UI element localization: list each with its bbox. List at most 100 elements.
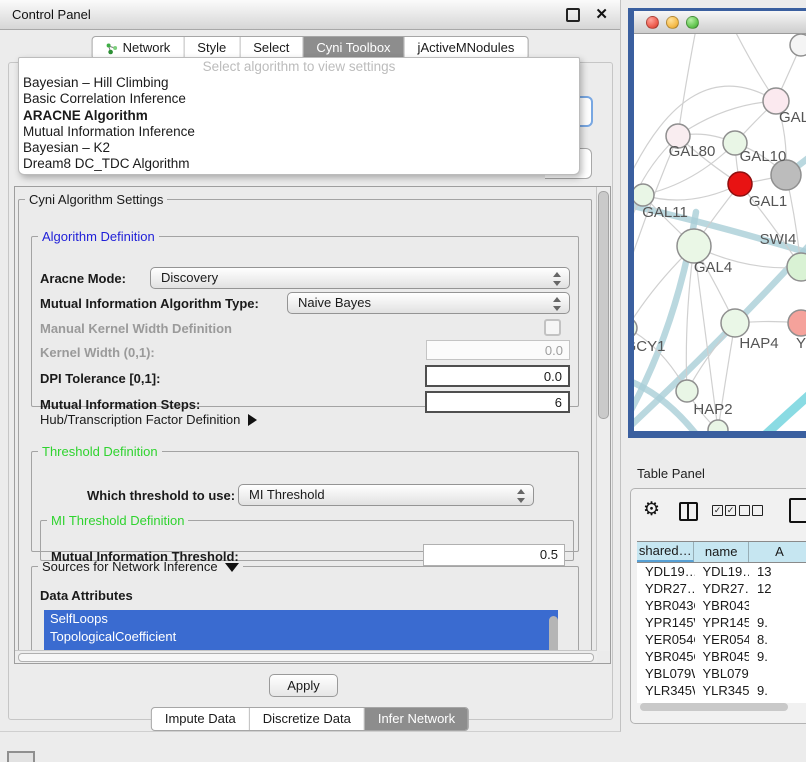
settings-vertical-scrollbar-thumb[interactable]	[598, 191, 609, 419]
algorithm-option[interactable]: Bayesian – Hill Climbing	[19, 75, 579, 91]
table-cell: YDR27…	[637, 580, 695, 597]
network-svg[interactable]: GALGAL80GAL10GAL1GAL11SWI4GAL4GCY1HAP4YH…	[634, 34, 806, 431]
up-down-arrows-icon	[553, 272, 561, 286]
tab-cyni-toolbox[interactable]: Cyni Toolbox	[302, 37, 403, 59]
network-node-label: GAL11	[642, 204, 688, 221]
control-panel-titlebar: Control Panel ✕	[0, 0, 620, 30]
tab-select[interactable]: Select	[239, 37, 302, 59]
network-frame-titlebar[interactable]	[634, 11, 806, 34]
table-cell: YER054C	[637, 631, 695, 648]
aracne-mode-select[interactable]: Discovery	[150, 267, 570, 289]
tab-discretize-data-label: Discretize Data	[263, 708, 351, 730]
dpi-tolerance-field[interactable]: 0.0	[425, 365, 570, 387]
network-node[interactable]	[721, 309, 749, 337]
float-icon[interactable]	[566, 8, 580, 22]
table-horizontal-scrollbar-thumb[interactable]	[640, 703, 788, 711]
file-icon[interactable]	[789, 498, 806, 523]
bottom-tab-bar: Impute Data Discretize Data Infer Networ…	[151, 707, 469, 731]
apply-button[interactable]: Apply	[269, 674, 338, 697]
table-row[interactable]: YBR043CYBR043C	[637, 597, 806, 614]
network-node-label: GAL1	[749, 193, 787, 210]
network-node[interactable]	[634, 184, 654, 206]
network-edge[interactable]	[678, 101, 776, 136]
table-cell: YLR345W	[695, 682, 750, 699]
close-traffic-icon[interactable]	[646, 16, 659, 29]
tab-style[interactable]: Style	[183, 37, 239, 59]
table-row[interactable]: YBR045CYBR045C9.	[637, 648, 806, 665]
table-cell: YPR145W	[637, 614, 695, 631]
network-node[interactable]	[677, 229, 711, 263]
close-icon[interactable]: ✕	[595, 7, 608, 22]
tab-discretize-data[interactable]: Discretize Data	[249, 708, 364, 730]
threshold-definition-group: Threshold Definition Which threshold to …	[31, 444, 579, 552]
kernel-width-field: 0.0	[426, 340, 570, 360]
threshold-definition-title: Threshold Definition	[38, 444, 162, 459]
list-item[interactable]: SelfLoops	[44, 610, 558, 628]
network-node-label: Y	[796, 335, 806, 352]
algorithm-option-selected[interactable]: ARACNE Algorithm	[19, 108, 579, 124]
checked-box-icon[interactable]: ✓	[725, 505, 736, 516]
mi-algorithm-type-select[interactable]: Naive Bayes	[287, 292, 570, 314]
hub-definition-expander[interactable]: Hub/Transcription Factor Definition	[40, 412, 257, 427]
split-view-icon[interactable]	[679, 502, 698, 521]
network-edge[interactable]	[678, 34, 696, 136]
table-cell: 9.	[749, 682, 806, 699]
table-row[interactable]: YDR27…YDR27…12	[637, 580, 806, 597]
settings-scroll-pane: Cyni Algorithm Settings Algorithm Defini…	[14, 186, 611, 664]
list-item[interactable]: TopologicalCoefficient	[44, 628, 558, 646]
mi-type-label: Mutual Information Algorithm Type:	[40, 296, 259, 311]
settings-horizontal-scrollbar-thumb[interactable]	[18, 653, 594, 662]
column-header-shared-name[interactable]: shared…	[637, 542, 694, 562]
unchecked-box-icon[interactable]	[739, 505, 750, 516]
tab-style-label: Style	[197, 37, 226, 59]
tab-impute-data[interactable]: Impute Data	[152, 708, 249, 730]
algorithm-option[interactable]: Dream8 DC_TDC Algorithm	[19, 156, 579, 172]
which-threshold-select[interactable]: MI Threshold	[238, 484, 534, 506]
table-cell: YBL079W	[695, 665, 750, 682]
mi-threshold-definition-title: MI Threshold Definition	[47, 513, 188, 528]
table-row[interactable]: YPR145WYPR145W9.	[637, 614, 806, 631]
tab-network[interactable]: Network	[93, 37, 184, 59]
unchecked-box-icon[interactable]	[752, 505, 763, 516]
table-cell: 12	[749, 580, 806, 597]
network-node[interactable]	[676, 380, 698, 402]
network-canvas[interactable]: GALGAL80GAL10GAL1GAL11SWI4GAL4GCY1HAP4YH…	[634, 34, 806, 431]
gear-icon[interactable]: ⚙	[643, 500, 660, 519]
sources-expander[interactable]: Sources for Network Inference	[38, 559, 243, 574]
tab-jactivemnodules-label: jActiveMNodules	[418, 37, 515, 59]
network-node[interactable]	[787, 253, 806, 281]
table-cell: YBL079W	[637, 665, 695, 682]
minimized-panel-icon[interactable]	[7, 751, 35, 762]
settings-horizontal-scrollbar	[15, 650, 597, 663]
mi-steps-field[interactable]: 6	[425, 391, 570, 413]
column-header-name[interactable]: name	[694, 542, 748, 562]
network-node[interactable]	[788, 310, 806, 336]
table-cell: 9.	[749, 614, 806, 631]
network-edge[interactable]	[762, 382, 806, 431]
network-node[interactable]	[790, 34, 806, 56]
column-header-partial[interactable]: A	[749, 542, 806, 562]
algorithm-option[interactable]: Bayesian – K2	[19, 140, 579, 156]
network-node[interactable]	[634, 318, 637, 338]
algorithm-option[interactable]: Basic Correlation Inference	[19, 91, 579, 107]
minimize-traffic-icon[interactable]	[666, 16, 679, 29]
table-row[interactable]: YBL079WYBL079W	[637, 665, 806, 682]
zoom-traffic-icon[interactable]	[686, 16, 699, 29]
checked-box-icon[interactable]: ✓	[712, 505, 723, 516]
tab-infer-network[interactable]: Infer Network	[364, 708, 468, 730]
tab-select-label: Select	[253, 37, 289, 59]
table-cell: YBR043C	[695, 597, 750, 614]
tab-jactivemnodules[interactable]: jActiveMNodules	[404, 37, 528, 59]
node-attribute-table: shared… name A YDL19…YDL19…13YDR27…YDR27…	[637, 541, 806, 703]
table-row[interactable]: YER054CYER054C8.	[637, 631, 806, 648]
table-row[interactable]: YLR345WYLR345W9.	[637, 682, 806, 699]
network-node-label: GAL	[779, 109, 806, 126]
table-cell	[749, 597, 806, 614]
table-panel-window: ⚙ ✓ ✓ shared… name A YDL19…YDL19…13YDR27…	[630, 488, 806, 724]
manual-kernel-checkbox	[544, 319, 561, 336]
network-node[interactable]	[708, 420, 728, 431]
table-body: YDL19…YDL19…13YDR27…YDR27…12YBR043CYBR04…	[637, 563, 806, 703]
table-cell: YDL19…	[637, 563, 695, 580]
table-row[interactable]: YDL19…YDL19…13	[637, 563, 806, 580]
algorithm-option[interactable]: Mutual Information Inference	[19, 124, 579, 140]
